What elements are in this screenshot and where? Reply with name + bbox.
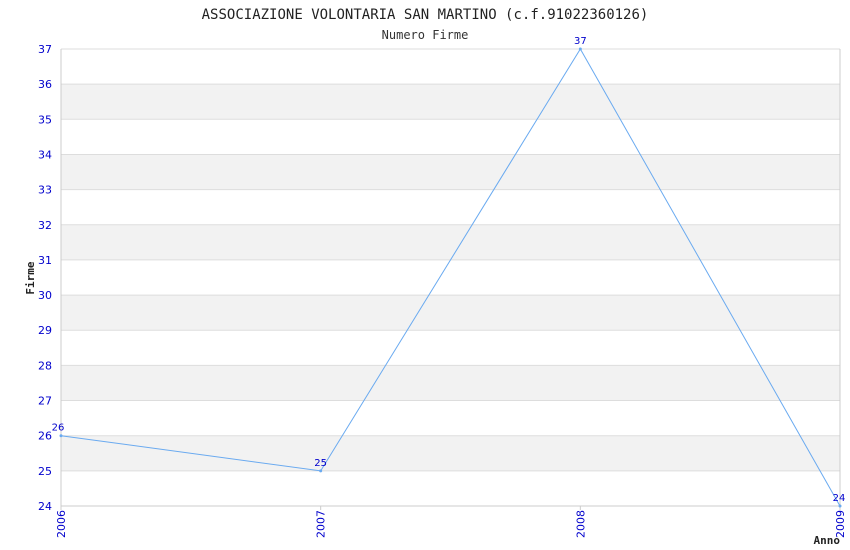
data-label: 25 <box>314 458 327 469</box>
y-axis-title: Firme <box>24 261 37 294</box>
plot-band <box>61 365 840 401</box>
data-label: 37 <box>574 36 587 47</box>
plot-band <box>61 154 840 190</box>
plot-band <box>61 435 840 471</box>
y-tick-label: 35 <box>38 113 52 126</box>
y-tick-label: 34 <box>38 148 52 161</box>
line-chart: ASSOCIAZIONE VOLONTARIA SAN MARTINO (c.f… <box>24 7 847 547</box>
data-point <box>59 434 63 438</box>
data-point <box>578 47 582 51</box>
y-tick-label: 33 <box>38 184 52 197</box>
plot-band <box>61 224 840 260</box>
y-tick-label: 30 <box>38 289 52 302</box>
data-point <box>838 504 842 508</box>
y-tick-label: 26 <box>38 430 52 443</box>
y-tick-label: 24 <box>38 500 52 513</box>
x-tick-label: 2006 <box>55 510 68 538</box>
x-axis-title: Anno <box>814 534 841 547</box>
y-tick-label: 25 <box>38 465 52 478</box>
x-tick-label: 2007 <box>315 510 328 538</box>
data-label: 24 <box>833 493 846 504</box>
y-tick-label: 28 <box>38 359 52 372</box>
y-tick-label: 31 <box>38 254 52 267</box>
y-tick-label: 32 <box>38 219 52 232</box>
data-point <box>319 469 323 473</box>
plot-band <box>61 84 840 120</box>
plot-background <box>61 84 840 471</box>
y-tick-label: 29 <box>38 324 52 337</box>
chart-subtitle: Numero Firme <box>382 28 469 42</box>
y-axis-ticks: 24 25 26 27 28 29 30 31 32 33 34 35 36 37 <box>38 43 52 513</box>
x-axis-ticks: 2006 2007 2008 2009 <box>55 506 847 538</box>
y-tick-label: 37 <box>38 43 52 56</box>
y-tick-label: 36 <box>38 78 52 91</box>
y-tick-label: 27 <box>38 395 52 408</box>
x-tick-label: 2008 <box>574 510 587 538</box>
data-label: 26 <box>52 423 65 434</box>
chart-title: ASSOCIAZIONE VOLONTARIA SAN MARTINO (c.f… <box>202 7 649 23</box>
